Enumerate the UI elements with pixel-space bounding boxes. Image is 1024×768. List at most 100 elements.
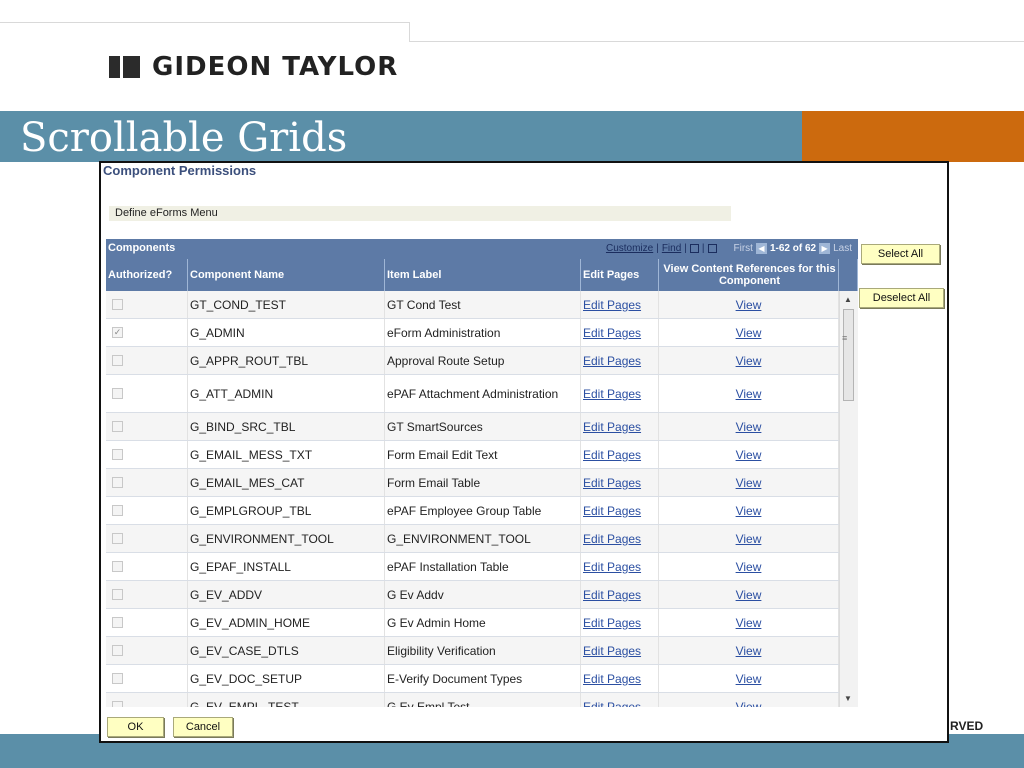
grid-scrollbar[interactable]: ▲ ≡ ▼ bbox=[839, 291, 858, 707]
edit-pages-cell: Edit Pages bbox=[581, 525, 659, 552]
edit-pages-link[interactable]: Edit Pages bbox=[583, 420, 641, 434]
view-cell: View bbox=[659, 665, 839, 692]
view-link[interactable]: View bbox=[736, 326, 762, 340]
table-row: G_EV_ADMIN_HOME G Ev Admin Home Edit Pages… bbox=[106, 609, 839, 637]
edit-pages-link[interactable]: Edit Pages bbox=[583, 504, 641, 518]
edit-pages-link[interactable]: Edit Pages bbox=[583, 672, 641, 686]
edit-pages-link[interactable]: Edit Pages bbox=[583, 700, 641, 708]
view-link[interactable]: View bbox=[736, 560, 762, 574]
ok-button[interactable]: OK bbox=[107, 717, 164, 737]
edit-pages-link[interactable]: Edit Pages bbox=[583, 644, 641, 658]
edit-pages-link[interactable]: Edit Pages bbox=[583, 532, 641, 546]
component-name-cell: G_EMPLGROUP_TBL bbox=[188, 497, 385, 524]
component-name-cell: G_ATT_ADMIN bbox=[188, 375, 385, 412]
component-name-cell: G_ENVIRONMENT_TOOL bbox=[188, 525, 385, 552]
component-name-cell: G_ADMIN bbox=[188, 319, 385, 346]
authorized-cell: ✓ bbox=[106, 319, 188, 346]
authorized-cell bbox=[106, 525, 188, 552]
view-link[interactable]: View bbox=[736, 644, 762, 658]
authorized-checkbox[interactable] bbox=[112, 388, 123, 399]
authorized-checkbox[interactable] bbox=[112, 561, 123, 572]
download-grid-icon[interactable] bbox=[707, 244, 717, 253]
authorized-checkbox[interactable] bbox=[112, 701, 123, 707]
column-header-authorized: Authorized? bbox=[106, 259, 188, 291]
view-link[interactable]: View bbox=[736, 354, 762, 368]
authorized-checkbox[interactable] bbox=[112, 449, 123, 460]
column-header-scroll-spacer bbox=[839, 259, 858, 291]
authorized-checkbox[interactable]: ✓ bbox=[112, 327, 123, 338]
edit-pages-cell: Edit Pages bbox=[581, 581, 659, 608]
authorized-checkbox[interactable] bbox=[112, 673, 123, 684]
authorized-checkbox[interactable] bbox=[112, 421, 123, 432]
view-link[interactable]: View bbox=[736, 700, 762, 708]
component-name-cell: G_BIND_SRC_TBL bbox=[188, 413, 385, 440]
authorized-cell bbox=[106, 497, 188, 524]
grid-title: Components bbox=[108, 242, 176, 254]
view-link[interactable]: View bbox=[736, 672, 762, 686]
view-link[interactable]: View bbox=[736, 588, 762, 602]
view-link[interactable]: View bbox=[736, 504, 762, 518]
edit-pages-link[interactable]: Edit Pages bbox=[583, 326, 641, 340]
view-link[interactable]: View bbox=[736, 298, 762, 312]
deselect-all-button[interactable]: Deselect All bbox=[859, 288, 944, 308]
authorized-checkbox[interactable] bbox=[112, 645, 123, 656]
view-cell: View bbox=[659, 525, 839, 552]
view-link[interactable]: View bbox=[736, 387, 762, 401]
view-link[interactable]: View bbox=[736, 420, 762, 434]
view-cell: View bbox=[659, 497, 839, 524]
edit-pages-link[interactable]: Edit Pages bbox=[583, 616, 641, 630]
column-header-item-label: Item Label bbox=[385, 259, 581, 291]
last-link[interactable]: Last bbox=[833, 243, 852, 254]
top-rule bbox=[0, 22, 410, 23]
edit-pages-cell: Edit Pages bbox=[581, 469, 659, 496]
view-cell: View bbox=[659, 469, 839, 496]
authorized-checkbox[interactable] bbox=[112, 617, 123, 628]
edit-pages-link[interactable]: Edit Pages bbox=[583, 448, 641, 462]
item-label-cell: eForm Administration bbox=[385, 319, 581, 346]
component-name-cell: G_EMAIL_MESS_TXT bbox=[188, 441, 385, 468]
scroll-thumb[interactable] bbox=[843, 309, 854, 401]
scroll-up-icon[interactable]: ▲ bbox=[844, 295, 852, 304]
column-header-view-content: View Content References for this Compone… bbox=[659, 259, 839, 291]
column-header-component-name: Component Name bbox=[188, 259, 385, 291]
authorized-checkbox[interactable] bbox=[112, 589, 123, 600]
cancel-button[interactable]: Cancel bbox=[173, 717, 233, 737]
edit-pages-link[interactable]: Edit Pages bbox=[583, 298, 641, 312]
edit-pages-link[interactable]: Edit Pages bbox=[583, 588, 641, 602]
view-all-icon[interactable] bbox=[689, 244, 699, 253]
grid-navigation: Customize | Find | | First ◀ 1-62 of 62 … bbox=[605, 243, 852, 254]
view-link[interactable]: View bbox=[736, 476, 762, 490]
scroll-down-icon[interactable]: ▼ bbox=[844, 694, 852, 703]
view-cell: View bbox=[659, 637, 839, 664]
select-all-button[interactable]: Select All bbox=[861, 244, 940, 264]
edit-pages-cell: Edit Pages bbox=[581, 375, 659, 412]
customize-link[interactable]: Customize bbox=[606, 243, 653, 254]
edit-pages-link[interactable]: Edit Pages bbox=[583, 476, 641, 490]
authorized-checkbox[interactable] bbox=[112, 533, 123, 544]
authorized-checkbox[interactable] bbox=[112, 355, 123, 366]
next-arrow-icon[interactable]: ▶ bbox=[819, 243, 831, 254]
authorized-checkbox[interactable] bbox=[112, 477, 123, 488]
edit-pages-link[interactable]: Edit Pages bbox=[583, 387, 641, 401]
item-label-cell: Form Email Edit Text bbox=[385, 441, 581, 468]
view-cell: View bbox=[659, 291, 839, 318]
first-link[interactable]: First bbox=[734, 243, 753, 254]
edit-pages-link[interactable]: Edit Pages bbox=[583, 354, 641, 368]
view-link[interactable]: View bbox=[736, 616, 762, 630]
authorized-cell bbox=[106, 665, 188, 692]
table-row: G_APPR_ROUT_TBL Approval Route Setup Edit … bbox=[106, 347, 839, 375]
view-link[interactable]: View bbox=[736, 448, 762, 462]
view-cell: View bbox=[659, 413, 839, 440]
find-link[interactable]: Find bbox=[662, 243, 681, 254]
authorized-checkbox[interactable] bbox=[112, 505, 123, 516]
previous-arrow-icon[interactable]: ◀ bbox=[755, 243, 767, 254]
column-headers: Authorized? Component Name Item Label Ed… bbox=[106, 259, 858, 291]
view-cell: View bbox=[659, 347, 839, 374]
table-row: G_EV_EMPL_TEST G Ev Empl Test Edit Pages Vi… bbox=[106, 693, 839, 707]
view-cell: View bbox=[659, 581, 839, 608]
slide-title: Scrollable Grids bbox=[20, 115, 348, 161]
view-link[interactable]: View bbox=[736, 532, 762, 546]
authorized-checkbox[interactable] bbox=[112, 299, 123, 310]
edit-pages-link[interactable]: Edit Pages bbox=[583, 560, 641, 574]
component-name-cell: G_EV_ADDV bbox=[188, 581, 385, 608]
